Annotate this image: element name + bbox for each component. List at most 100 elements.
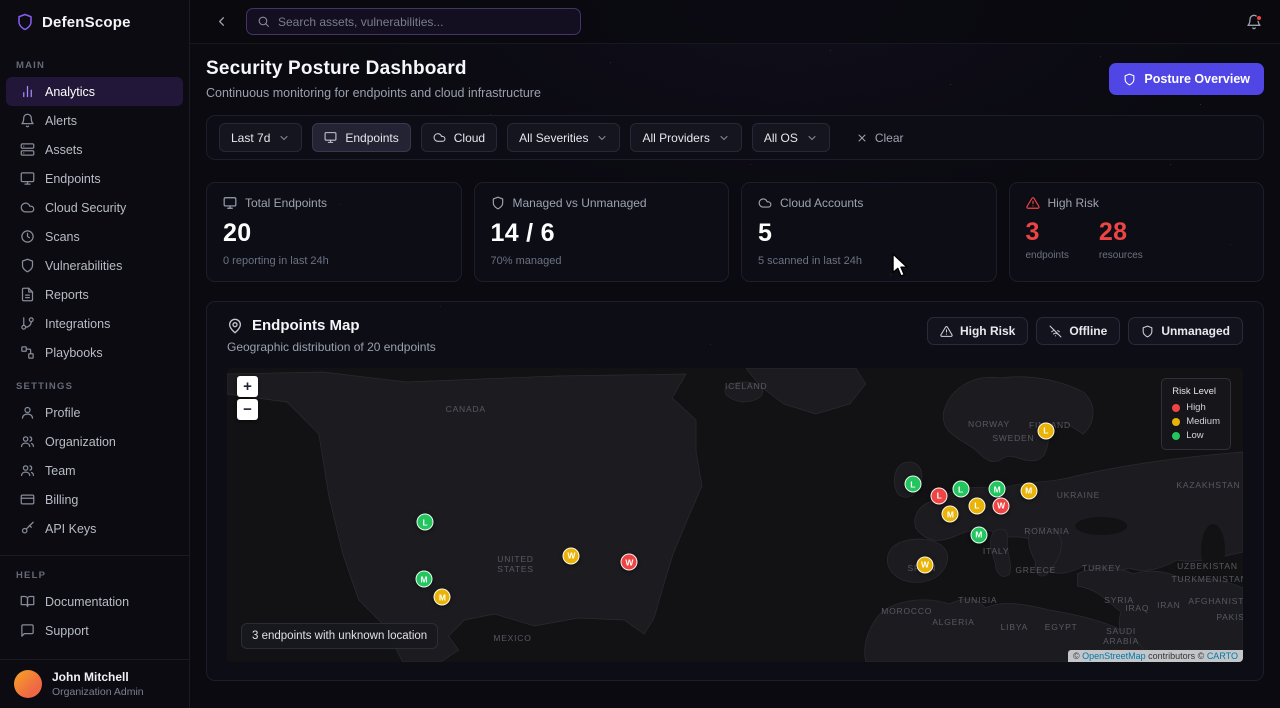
sidebar-item-documentation[interactable]: Documentation xyxy=(6,587,183,616)
stat-label: Total Endpoints xyxy=(245,196,327,210)
user-icon xyxy=(20,405,35,420)
map-marker-w-medium[interactable]: W xyxy=(916,556,933,573)
map-legend: Risk Level HighMediumLow xyxy=(1161,378,1231,450)
legend-item-low: Low xyxy=(1172,430,1220,441)
stat-value: 3 xyxy=(1026,218,1069,247)
sidebar-item-team[interactable]: Team xyxy=(6,456,183,485)
page-subtitle: Continuous monitoring for endpoints and … xyxy=(206,86,541,100)
notifications-button[interactable] xyxy=(1246,14,1262,30)
sidebar-item-scans[interactable]: Scans xyxy=(6,222,183,251)
user-profile[interactable]: John Mitchell Organization Admin xyxy=(0,659,189,708)
map-marker-l-high[interactable]: L xyxy=(931,487,948,504)
clear-filters-button[interactable]: Clear xyxy=(856,131,904,145)
providers-select[interactable]: All Providers xyxy=(630,123,741,152)
search-input[interactable] xyxy=(278,15,570,29)
map-marker-l-medium[interactable]: L xyxy=(1037,422,1054,439)
posture-overview-label: Posture Overview xyxy=(1144,72,1250,86)
zoom-in-button[interactable]: + xyxy=(237,376,258,397)
stat-footer: 0 reporting in last 24h xyxy=(223,255,445,267)
sidebar-item-assets[interactable]: Assets xyxy=(6,135,183,164)
severities-select[interactable]: All Severities xyxy=(507,123,620,152)
map-marker-w-medium[interactable]: W xyxy=(563,547,580,564)
zoom-out-button[interactable]: − xyxy=(237,399,258,420)
clear-filters-label: Clear xyxy=(875,131,904,145)
map-filter-offline-button[interactable]: Offline xyxy=(1036,317,1120,345)
sidebar-item-organization[interactable]: Organization xyxy=(6,427,183,456)
openstreetmap-link[interactable]: OpenStreetMap xyxy=(1082,651,1146,661)
shield-icon xyxy=(16,13,34,31)
map-viewport[interactable]: ICELANDNORWAYSWEDENFINLANDCANADAUNITED S… xyxy=(227,368,1243,662)
users-icon xyxy=(20,463,35,478)
sidebar-item-label: Reports xyxy=(45,288,89,302)
sidebar-item-label: Playbooks xyxy=(45,346,103,360)
map-marker-l-medium[interactable]: L xyxy=(968,497,985,514)
carto-link[interactable]: CARTO xyxy=(1207,651,1238,661)
sidebar-item-reports[interactable]: Reports xyxy=(6,280,183,309)
key-icon xyxy=(20,521,35,536)
map-marker-m-medium[interactable]: M xyxy=(1020,482,1037,499)
shield-icon xyxy=(20,258,35,273)
server-icon xyxy=(20,142,35,157)
message-square-icon xyxy=(20,623,35,638)
time-range-select[interactable]: Last 7d xyxy=(219,123,302,152)
map-marker-m-low[interactable]: M xyxy=(989,481,1006,498)
map-marker-l-low[interactable]: L xyxy=(417,514,434,531)
cloud-toggle[interactable]: Cloud xyxy=(421,123,497,152)
sidebar-item-api-keys[interactable]: API Keys xyxy=(6,514,183,543)
back-button[interactable] xyxy=(208,9,234,35)
map-subtitle: Geographic distribution of 20 endpoints xyxy=(227,340,436,354)
sidebar-item-vulnerabilities[interactable]: Vulnerabilities xyxy=(6,251,183,280)
sidebar-item-endpoints[interactable]: Endpoints xyxy=(6,164,183,193)
sidebar-item-cloud-security[interactable]: Cloud Security xyxy=(6,193,183,222)
stat-label: High Risk xyxy=(1048,196,1099,210)
map-marker-m-medium[interactable]: M xyxy=(434,589,451,606)
search-box[interactable] xyxy=(246,8,581,35)
zoom-control: + − xyxy=(237,376,258,420)
sidebar-item-support[interactable]: Support xyxy=(6,616,183,645)
chevron-down-icon xyxy=(278,132,290,144)
cloud-icon xyxy=(20,200,35,215)
map-header: Endpoints Map Geographic distribution of… xyxy=(227,317,1243,354)
os-select[interactable]: All OS xyxy=(752,123,830,152)
map-marker-w-high[interactable]: W xyxy=(993,497,1010,514)
legend-item-medium: Medium xyxy=(1172,416,1220,427)
alert-triangle-icon xyxy=(940,325,953,338)
app-logo[interactable]: DefenScope xyxy=(0,0,189,44)
stat-footer: 5 scanned in last 24h xyxy=(758,255,980,267)
shield-icon xyxy=(1123,73,1136,86)
nav-section-settings: SETTINGSProfileOrganization Team Billing AP… xyxy=(0,367,189,543)
map-filter-unmanaged-button[interactable]: Unmanaged xyxy=(1128,317,1243,345)
map-marker-m-medium[interactable]: M xyxy=(942,506,959,523)
stat-card-high-risk: High Risk3endpoints28resources xyxy=(1009,182,1265,282)
sidebar-item-alerts[interactable]: Alerts xyxy=(6,106,183,135)
sidebar-item-playbooks[interactable]: Playbooks xyxy=(6,338,183,367)
map-marker-l-low[interactable]: L xyxy=(904,476,921,493)
sidebar-item-label: Billing xyxy=(45,493,78,507)
cloud-icon xyxy=(433,131,446,144)
nav-section-main: MAINAnalyticsAlertsAssetsEndpointsCloud … xyxy=(0,46,189,367)
sidebar-item-billing[interactable]: Billing xyxy=(6,485,183,514)
map-filter-high-risk-button[interactable]: High Risk xyxy=(927,317,1028,345)
sidebar-item-profile[interactable]: Profile xyxy=(6,398,183,427)
nav-section-label: SETTINGS xyxy=(0,367,189,398)
map-marker-m-low[interactable]: M xyxy=(970,526,987,543)
endpoints-toggle-label: Endpoints xyxy=(345,131,398,145)
map-marker-m-low[interactable]: M xyxy=(416,571,433,588)
monitor-icon xyxy=(20,171,35,186)
map-marker-w-high[interactable]: W xyxy=(621,554,638,571)
stat-card-cloud-accounts: Cloud Accounts55 scanned in last 24h xyxy=(741,182,997,282)
world-map-landmass xyxy=(227,368,1243,662)
endpoints-map-card: Endpoints Map Geographic distribution of… xyxy=(206,301,1264,681)
sidebar-item-integrations[interactable]: Integrations xyxy=(6,309,183,338)
sidebar-item-label: Team xyxy=(45,464,76,478)
map-filter-label: Offline xyxy=(1069,324,1107,338)
posture-overview-button[interactable]: Posture Overview xyxy=(1109,63,1264,95)
sidebar-item-analytics[interactable]: Analytics xyxy=(6,77,183,106)
endpoints-toggle[interactable]: Endpoints xyxy=(312,123,410,152)
nav-section-label: MAIN xyxy=(0,46,189,77)
map-marker-l-low[interactable]: L xyxy=(952,481,969,498)
stat-sublabel: endpoints xyxy=(1026,250,1069,261)
filter-bar: Last 7d Endpoints Cloud All Severities A… xyxy=(206,115,1264,160)
legend-label: High xyxy=(1186,402,1206,413)
legend-items: High Medium Low xyxy=(1172,402,1220,441)
